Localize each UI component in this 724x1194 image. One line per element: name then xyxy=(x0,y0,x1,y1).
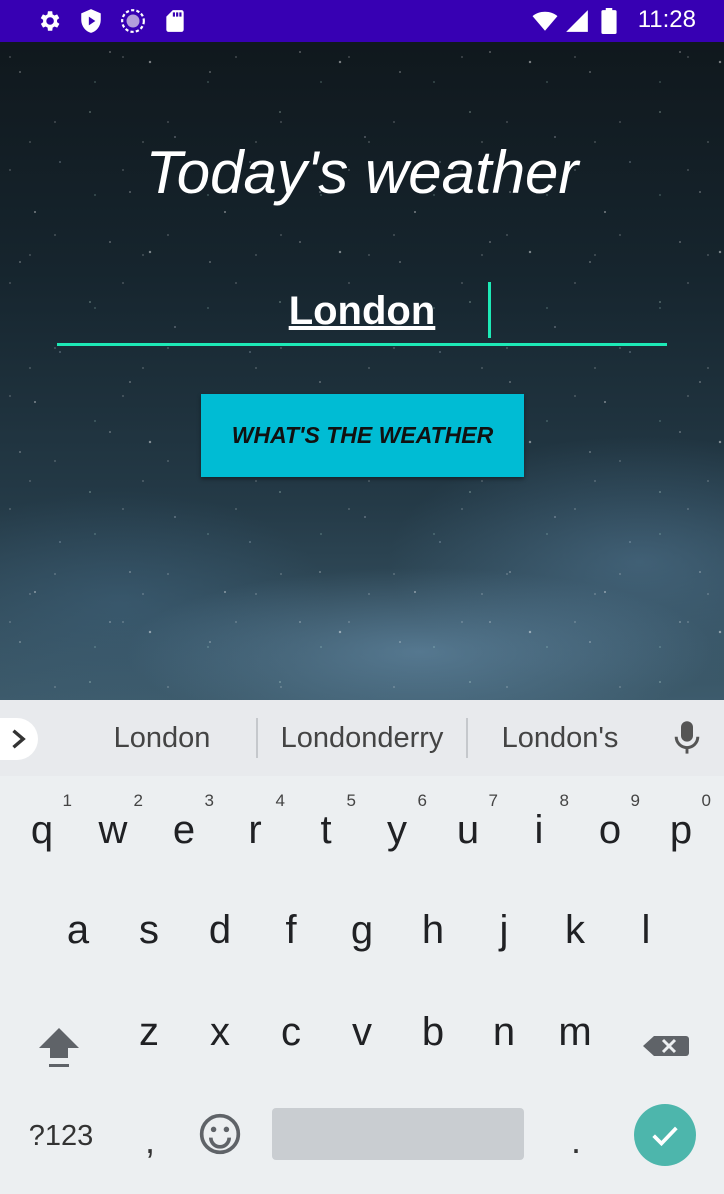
key-hint: 6 xyxy=(417,791,427,810)
chevron-right-icon xyxy=(12,729,26,749)
settings-icon xyxy=(40,11,60,31)
key-x[interactable]: x xyxy=(186,992,254,1072)
city-field[interactable] xyxy=(57,280,667,346)
suggestion-2[interactable]: Londonderry xyxy=(266,718,458,758)
key-t[interactable]: t5 xyxy=(292,790,360,870)
soft-keyboard: London Londonderry London's q1 w2 e3 r4 … xyxy=(0,700,724,1194)
shift-arrow-icon xyxy=(39,1028,79,1067)
key-label: q xyxy=(30,808,54,852)
emoji-key[interactable] xyxy=(198,1110,242,1158)
key-hint: 9 xyxy=(630,791,640,810)
period-key[interactable]: . xyxy=(556,1106,596,1176)
key-q[interactable]: q1 xyxy=(8,790,76,870)
key-label: w xyxy=(98,808,128,852)
key-i[interactable]: i8 xyxy=(505,790,573,870)
key-label: r xyxy=(248,808,262,852)
phone-screen: 11:28 Today's weather WHAT'S THE WEATHER… xyxy=(0,0,724,1194)
app-content: Today's weather WHAT'S THE WEATHER xyxy=(0,42,724,700)
backspace-icon xyxy=(643,1036,689,1056)
key-u[interactable]: u7 xyxy=(434,790,502,870)
signal-icon xyxy=(566,10,588,32)
key-label: i xyxy=(534,808,544,852)
key-g[interactable]: g xyxy=(328,890,396,970)
key-b[interactable]: b xyxy=(399,992,467,1072)
key-d[interactable]: d xyxy=(186,890,254,970)
key-o[interactable]: o9 xyxy=(576,790,644,870)
suggestion-expand-button[interactable] xyxy=(0,718,38,760)
key-f[interactable]: f xyxy=(257,890,325,970)
key-label: e xyxy=(172,808,196,852)
key-c[interactable]: c xyxy=(257,992,325,1072)
key-s[interactable]: s xyxy=(115,890,183,970)
key-r[interactable]: r4 xyxy=(221,790,289,870)
key-label: t xyxy=(320,808,332,852)
page-title: Today's weather xyxy=(145,139,579,206)
wifi-icon xyxy=(532,11,558,31)
key-e[interactable]: e3 xyxy=(150,790,218,870)
key-hint: 5 xyxy=(346,791,356,810)
key-label: o xyxy=(598,808,622,852)
key-hint: 0 xyxy=(701,791,711,810)
whats-the-weather-button[interactable]: WHAT'S THE WEATHER xyxy=(201,394,524,477)
suggestion-divider xyxy=(256,718,258,758)
battery-icon xyxy=(601,8,617,34)
key-hint: 8 xyxy=(559,791,569,810)
symbols-key[interactable]: ?123 xyxy=(20,1106,102,1166)
suggestion-divider xyxy=(466,718,468,758)
keys-area: q1 w2 e3 r4 t5 y6 u7 i8 o9 p0 a s d f g … xyxy=(0,776,724,1194)
suggestion-1[interactable]: London xyxy=(82,718,242,758)
key-h[interactable]: h xyxy=(399,890,467,970)
sd-card-icon xyxy=(166,10,184,32)
key-label: p xyxy=(669,808,693,852)
comma-key[interactable]: , xyxy=(128,1106,172,1176)
shift-key[interactable] xyxy=(24,1006,94,1086)
play-protect-icon xyxy=(81,9,101,33)
key-hint: 1 xyxy=(62,791,72,810)
key-w[interactable]: w2 xyxy=(79,790,147,870)
key-m[interactable]: m xyxy=(541,992,609,1072)
suggestion-strip: London Londonderry London's xyxy=(0,700,724,776)
key-hint: 7 xyxy=(488,791,498,810)
key-l[interactable]: l xyxy=(612,890,680,970)
key-hint: 4 xyxy=(275,791,285,810)
key-v[interactable]: v xyxy=(328,992,396,1072)
key-label: u xyxy=(456,808,480,852)
key-hint: 2 xyxy=(133,791,143,810)
microphone-icon[interactable] xyxy=(672,720,702,756)
key-hint: 3 xyxy=(204,791,214,810)
space-bar[interactable] xyxy=(272,1108,524,1160)
emoji-smiley-icon xyxy=(199,1113,241,1155)
enter-key[interactable] xyxy=(634,1104,696,1166)
key-n[interactable]: n xyxy=(470,992,538,1072)
backspace-key[interactable] xyxy=(630,1006,700,1086)
key-j[interactable]: j xyxy=(470,890,538,970)
key-p[interactable]: p0 xyxy=(647,790,715,870)
key-k[interactable]: k xyxy=(541,890,609,970)
check-icon xyxy=(652,1126,678,1147)
text-cursor xyxy=(488,282,491,338)
key-a[interactable]: a xyxy=(44,890,112,970)
key-label: y xyxy=(387,808,407,852)
sync-circle-icon xyxy=(121,9,145,33)
key-z[interactable]: z xyxy=(115,992,183,1072)
city-input[interactable] xyxy=(57,280,667,342)
status-time: 11:28 xyxy=(637,6,696,33)
suggestion-3[interactable]: London's xyxy=(476,718,644,758)
key-y[interactable]: y6 xyxy=(363,790,431,870)
status-bar: 11:28 xyxy=(0,0,724,42)
